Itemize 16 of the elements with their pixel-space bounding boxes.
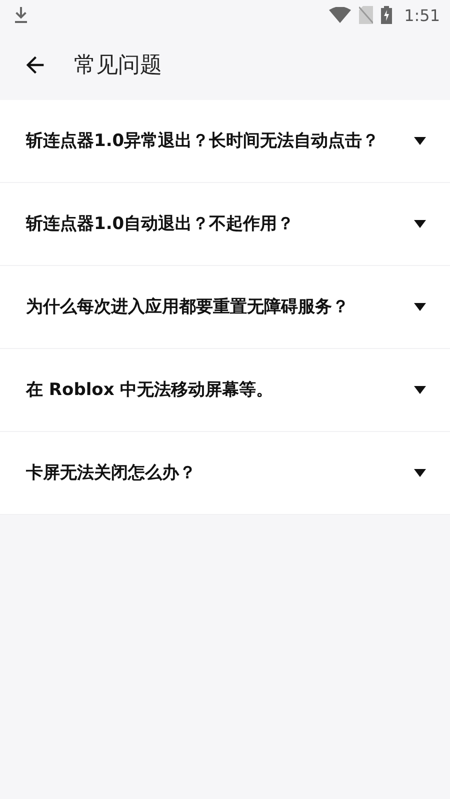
faq-item[interactable]: 为什么每次进入应用都要重置无障碍服务？ bbox=[0, 266, 450, 349]
download-icon bbox=[14, 7, 28, 23]
faq-item[interactable]: 在 Roblox 中无法移动屏幕等。 bbox=[0, 349, 450, 432]
faq-question: 在 Roblox 中无法移动屏幕等。 bbox=[26, 379, 274, 401]
faq-question: 斩连点器1.0自动退出？不起作用？ bbox=[26, 213, 296, 235]
faq-question: 卡屏无法关闭怎么办？ bbox=[26, 462, 197, 484]
page-title: 常见问题 bbox=[74, 52, 162, 80]
faq-item[interactable]: 斩连点器1.0自动退出？不起作用？ bbox=[0, 183, 450, 266]
faq-question: 为什么每次进入应用都要重置无障碍服务？ bbox=[26, 296, 350, 318]
faq-item[interactable]: 卡屏无法关闭怎么办？ bbox=[0, 432, 450, 515]
wifi-icon bbox=[329, 7, 352, 23]
faq-item[interactable]: 斩连点器1.0异常退出？长时间无法自动点击？ bbox=[0, 100, 450, 183]
faq-question: 斩连点器1.0异常退出？长时间无法自动点击？ bbox=[26, 130, 380, 152]
no-sim-icon bbox=[359, 6, 374, 24]
status-time: 1:51 bbox=[404, 6, 440, 24]
battery-charging-icon bbox=[381, 6, 392, 24]
